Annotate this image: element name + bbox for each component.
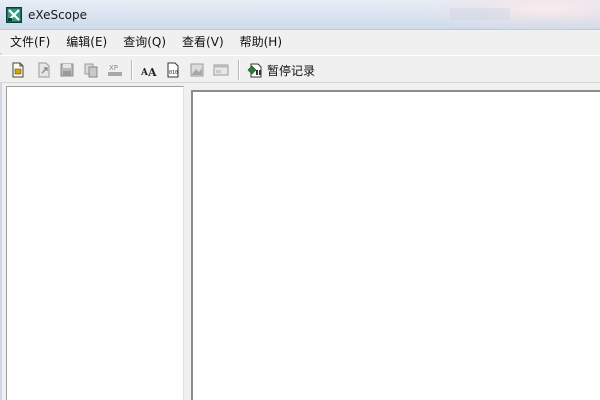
export-icon[interactable] — [35, 61, 53, 79]
window-title: eXeScope — [28, 8, 88, 22]
menu-bar: 文件(F) 编辑(E) 查询(Q) 查看(V) 帮助(H) — [0, 31, 600, 53]
menu-edit[interactable]: 编辑(E) — [58, 31, 115, 53]
title-bar-glare — [420, 0, 600, 30]
image-icon[interactable] — [188, 61, 206, 79]
pause-record-label: 暂停记录 — [267, 63, 316, 78]
copy-icon[interactable] — [82, 61, 100, 79]
resource-tree-pane[interactable] — [6, 86, 184, 400]
menu-help[interactable]: 帮助(H) — [232, 31, 290, 53]
window-frame-edge — [0, 31, 2, 400]
title-bar[interactable]: eXeScope — [0, 0, 600, 30]
svg-text:A: A — [147, 66, 157, 79]
toolbar-separator — [238, 60, 240, 80]
binary-icon[interactable]: 010 — [164, 61, 182, 79]
dialog-icon[interactable] — [212, 61, 230, 79]
toolbar: XP A A 010 暂停记录 — [0, 55, 600, 83]
resource-detail-pane[interactable] — [191, 90, 600, 400]
svg-text:010: 010 — [169, 70, 178, 76]
xp-manifest-icon[interactable]: XP — [106, 61, 124, 79]
save-icon[interactable] — [58, 61, 76, 79]
font-icon[interactable]: A A — [140, 61, 158, 79]
menu-view[interactable]: 查看(V) — [174, 31, 232, 53]
toolbar-separator — [131, 60, 133, 80]
exescope-app-icon[interactable] — [6, 7, 22, 23]
app-window: eXeScope 文件(F) 编辑(E) 查询(Q) 查看(V) 帮助(H) X… — [0, 0, 600, 400]
pause-record-button[interactable]: 暂停记录 — [246, 60, 315, 80]
background-window-ghost — [450, 8, 510, 20]
pane-splitter[interactable] — [185, 86, 190, 400]
svg-text:XP: XP — [109, 64, 118, 72]
open-file-icon[interactable] — [9, 61, 27, 79]
menu-query[interactable]: 查询(Q) — [115, 31, 174, 53]
pause-record-icon — [247, 63, 262, 78]
menu-file[interactable]: 文件(F) — [0, 31, 58, 53]
